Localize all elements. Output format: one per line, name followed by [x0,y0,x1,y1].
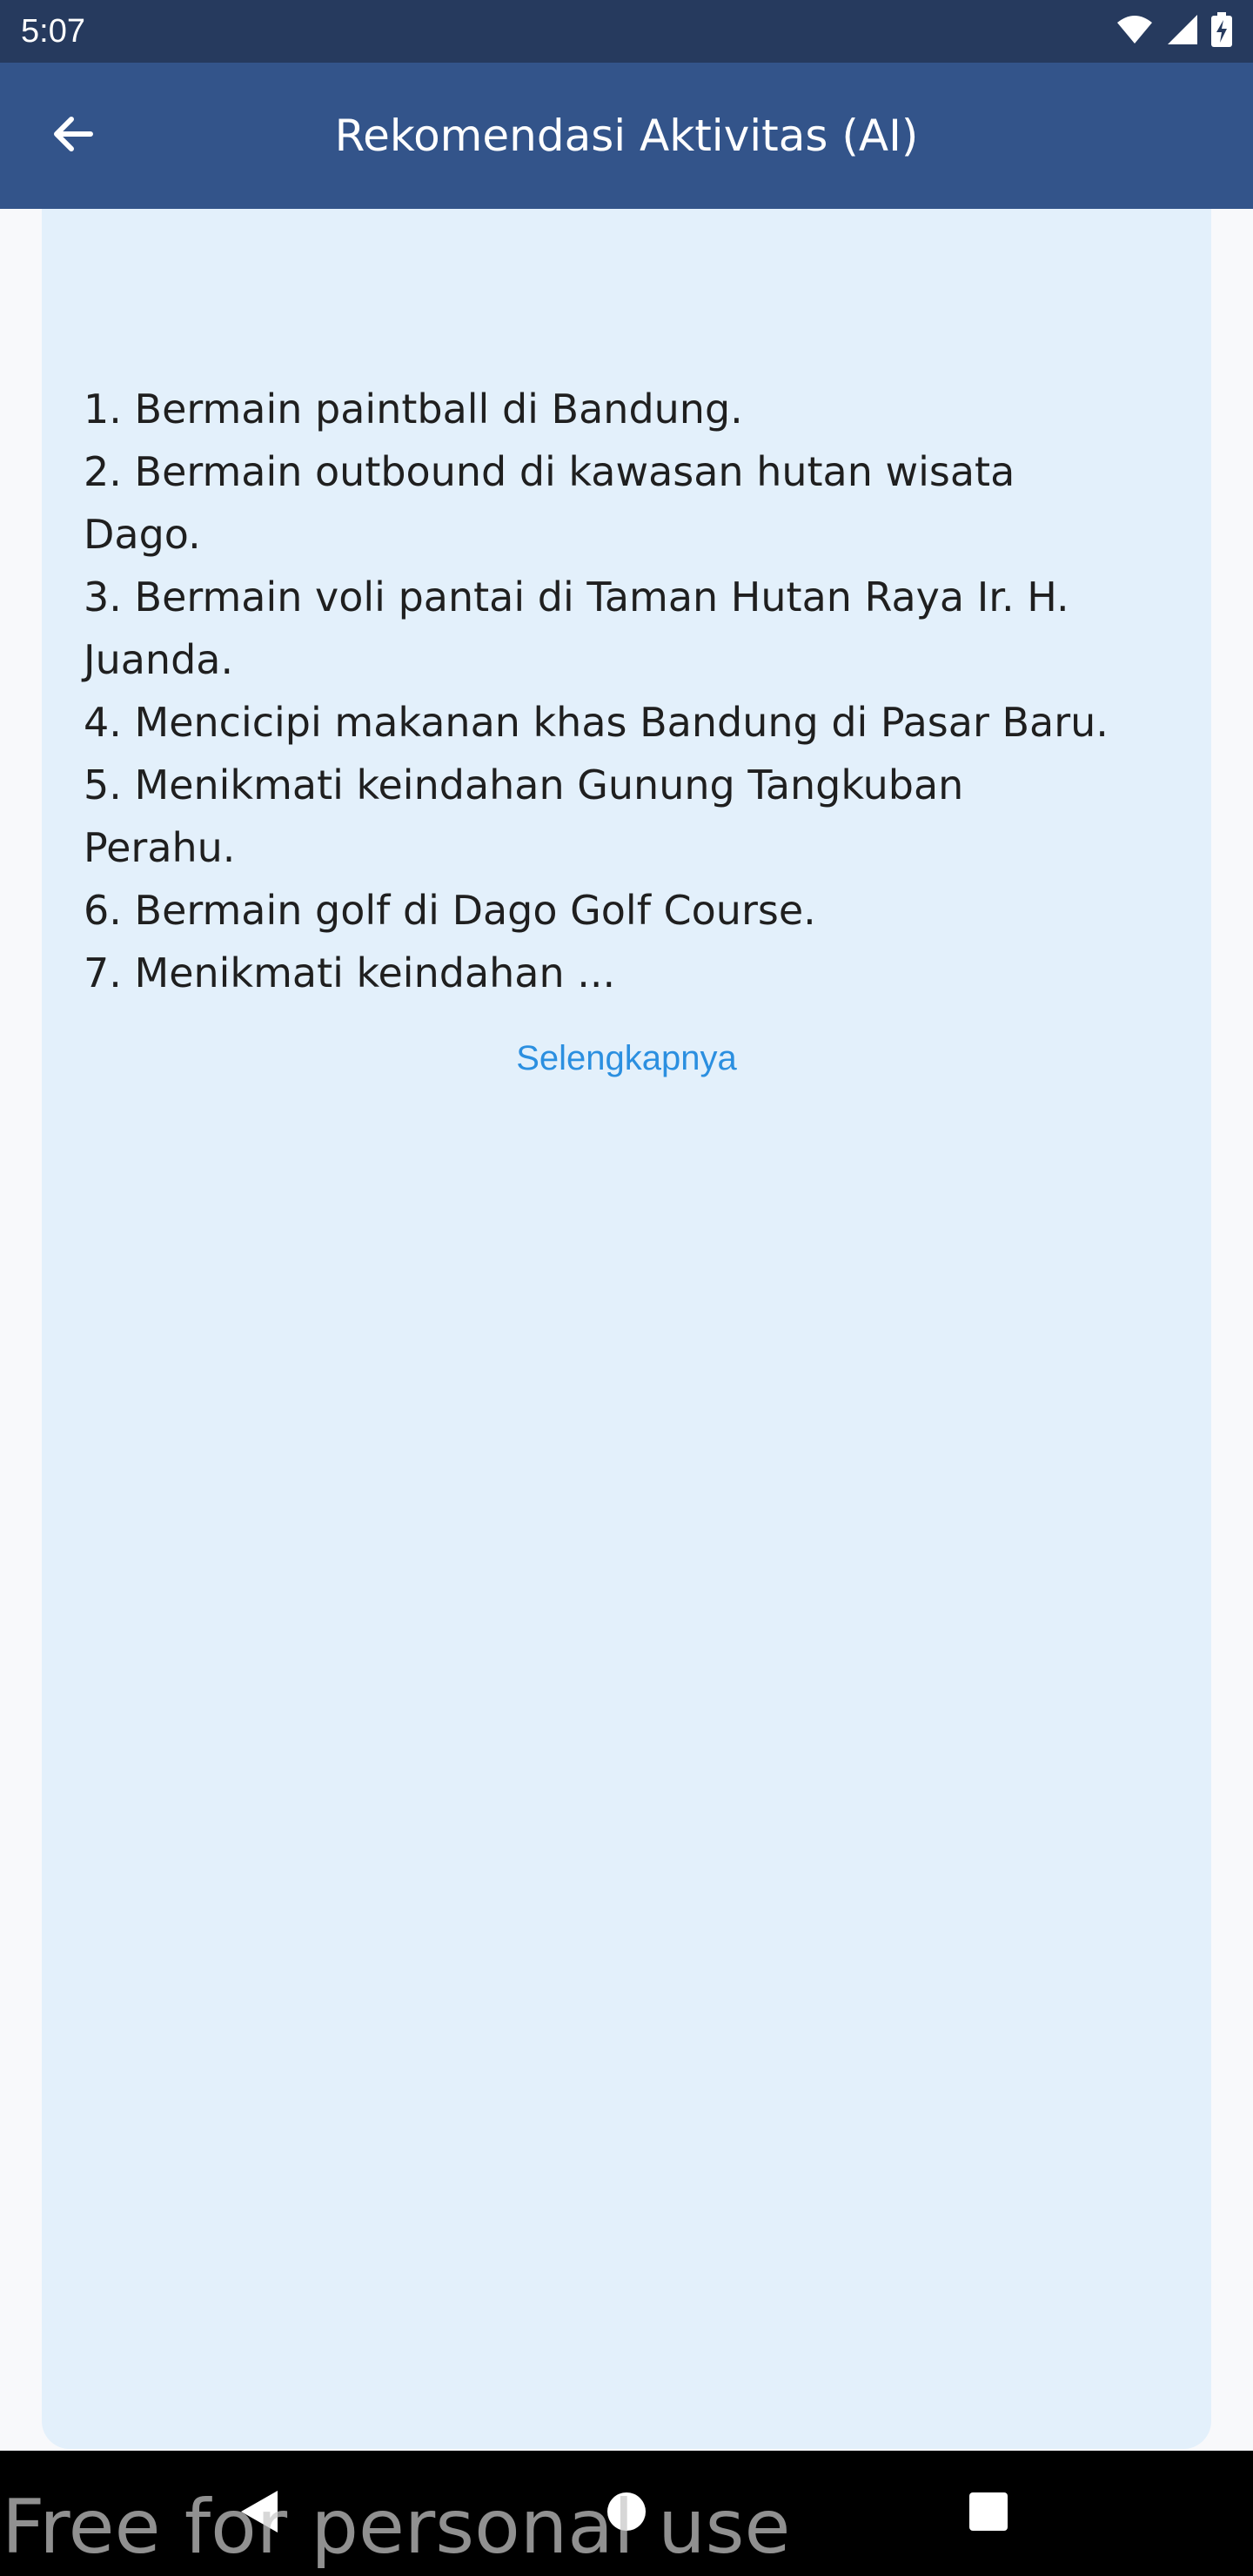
battery-charging-icon [1211,12,1232,50]
recommendation-line: 3. Bermain voli pantai di Taman Hutan Ra… [84,574,1069,621]
recommendation-line: 5. Menikmati keindahan Gunung Tangkuban [84,761,964,808]
recommendation-line: 1. Bermain paintball di Bandung. [84,386,743,433]
status-icons [1116,12,1232,50]
recommendation-line: Perahu. [84,824,236,871]
arrow-left-icon [50,111,96,160]
recommendation-line: Juanda. [84,636,234,683]
nav-home-button[interactable] [592,2479,661,2548]
nav-back-icon [238,2487,281,2539]
status-bar: 5:07 [0,0,1253,63]
nav-recents-icon [968,2492,1008,2535]
recommendation-line: 7. Menikmati keindahan ... [84,949,616,996]
recommendation-line: 6. Bermain golf di Dago Golf Course. [84,887,816,934]
back-button[interactable] [35,97,111,174]
status-time: 5:07 [21,13,85,50]
recommendation-text: 1. Bermain paintball di Bandung. 2. Berm… [84,378,1190,1004]
nav-back-button[interactable] [224,2479,294,2548]
page-title: Rekomendasi Aktivitas (AI) [334,111,919,161]
system-navigation-bar [0,2451,1253,2576]
cellular-signal-icon [1166,13,1199,50]
nav-home-icon [606,2491,647,2536]
recommendation-line: 4. Mencicipi makanan khas Bandung di Pas… [84,699,1109,746]
recommendation-line: Dago. [84,511,201,558]
read-more-link[interactable]: Selengkapnya [42,1034,1211,1083]
nav-recents-button[interactable] [954,2479,1023,2548]
app-bar: Rekomendasi Aktivitas (AI) [0,63,1253,209]
recommendation-card: 1. Bermain paintball di Bandung. 2. Berm… [42,209,1211,2449]
recommendation-line: 2. Bermain outbound di kawasan hutan wis… [84,448,1015,495]
wifi-icon [1116,14,1154,49]
